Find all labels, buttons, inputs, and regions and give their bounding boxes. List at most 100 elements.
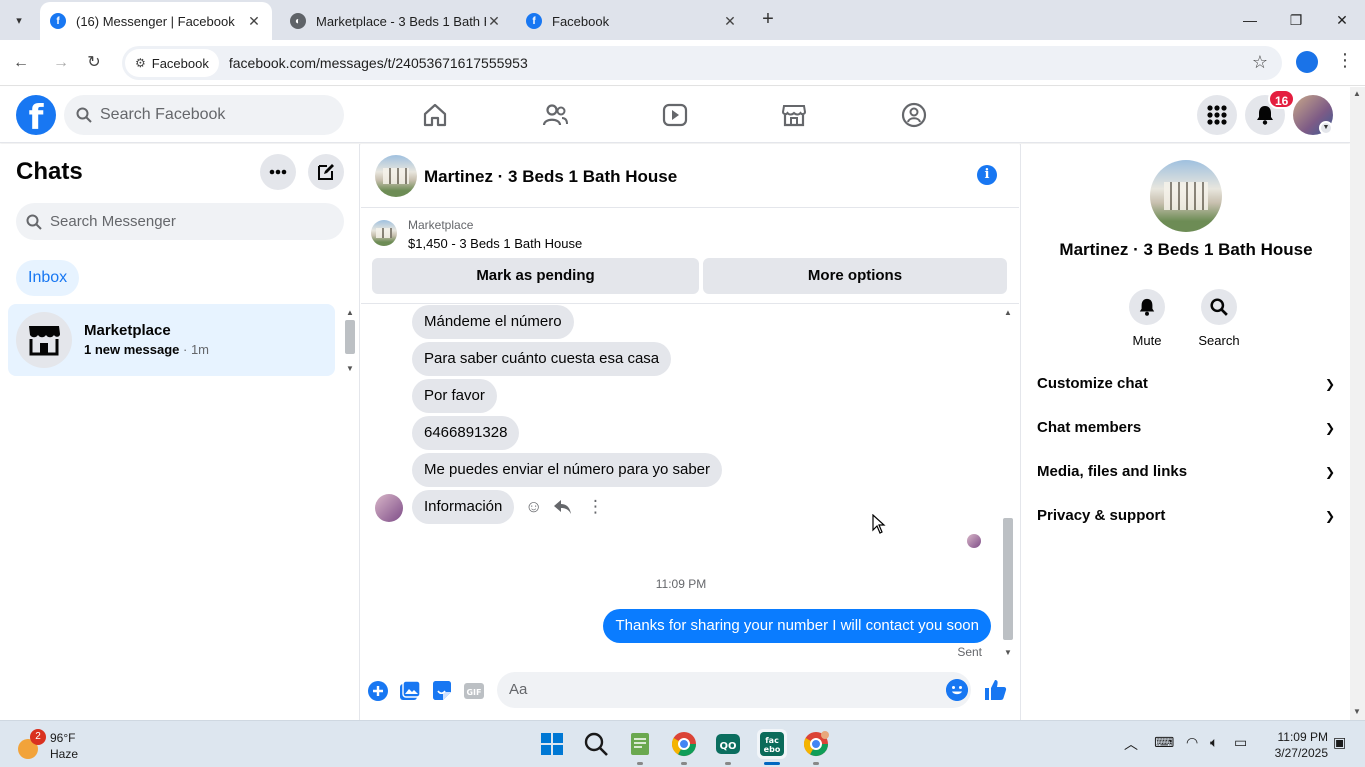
keyboard-icon[interactable]: ⌨ [1154,734,1174,751]
search-icon [76,107,92,123]
menu-grid-button[interactable] [1197,95,1237,135]
taskbar-search-icon[interactable] [581,729,611,759]
more-vertical-icon[interactable]: ⋮ [587,497,604,517]
message-input[interactable]: Aa [497,672,971,708]
received-message[interactable]: 6466891328 [412,416,520,450]
listing-price-title[interactable]: $1,450 - 3 Beds 1 Bath House [408,236,582,251]
photo-gallery-icon[interactable] [399,680,421,702]
home-icon[interactable] [421,101,449,129]
battery-icon[interactable]: ▭ [1234,734,1247,751]
back-arrow-icon[interactable]: ← [8,50,34,76]
clock-date: 3/27/2025 [1274,746,1328,760]
reply-icon[interactable] [554,500,572,514]
messenger-search-input[interactable]: Search Messenger [16,203,344,240]
tab-marketplace[interactable]: ◐ Marketplace - 3 Beds 1 Bath Ho ✕ [280,2,512,40]
mark-as-pending-button[interactable]: Mark as pending [372,258,699,294]
volume-icon[interactable]: 🔈︎ [1210,734,1218,751]
restore-icon[interactable]: ❐ [1284,8,1308,32]
add-plus-circle-icon[interactable] [367,680,389,702]
chat-options-button[interactable] [260,154,296,190]
chat-members-section[interactable]: Chat members ❯ [1037,406,1335,450]
windows-start-icon[interactable] [537,729,567,759]
new-tab-plus-icon[interactable]: + [756,8,780,32]
inbox-filter-tab[interactable]: Inbox [16,260,80,296]
chrome-profile-app-icon[interactable] [801,729,831,765]
privacy-support-section[interactable]: Privacy & support ❯ [1037,494,1335,538]
conversation-header: Martinez · 3 Beds 1 Bath House i [361,144,1019,208]
app-qo-icon[interactable]: QO [713,729,743,765]
customize-chat-section[interactable]: Customize chat ❯ [1037,362,1335,406]
new-message-button[interactable] [308,154,344,190]
tab-title: (16) Messenger | Facebook [76,13,235,29]
marketplace-icon[interactable] [780,101,808,129]
received-message[interactable]: Por favor [412,379,497,413]
tab-close-icon[interactable]: ✕ [486,13,502,30]
close-window-icon[interactable]: ✕ [1330,8,1354,32]
notification-badge: 16 [1268,89,1296,109]
search-icon [1201,289,1237,325]
tab-search-chevron-icon[interactable]: ▾ [6,8,32,32]
sticker-icon[interactable] [431,680,453,702]
minimize-icon[interactable]: — [1238,8,1262,32]
conversation-info-icon[interactable]: i [977,165,997,185]
search-label: Search [1198,333,1240,348]
chat-list-item-marketplace[interactable]: Marketplace 1 new message · 1m [8,304,335,376]
account-chevron-down-icon[interactable]: ▼ [1319,121,1333,135]
messenger-search-placeholder: Search Messenger [50,213,176,230]
listing-thumbnail[interactable] [371,220,397,246]
chevron-down-icon: ❯ [1324,509,1335,523]
message-thread: Mándeme el número Para saber cuánto cues… [361,305,1019,660]
system-clock[interactable]: 11:09 PM 3/27/2025 [1262,729,1328,761]
weather-widget[interactable]: 2 96°F Haze [16,729,126,763]
details-avatar[interactable] [1150,160,1222,232]
address-bar[interactable]: ⚙ Facebook facebook.com/messages/t/24053… [122,46,1282,80]
chat-list-scrollbar[interactable]: ▲ ▼ [343,306,357,376]
bookmark-star-icon[interactable]: ☆ [1252,52,1268,73]
weather-alert-badge: 2 [30,729,46,745]
tray-chevron-up-icon[interactable]: ︿ [1124,734,1138,754]
site-info-chip[interactable]: ⚙ Facebook [125,49,219,77]
friends-icon[interactable] [541,101,569,129]
notepad-app-icon[interactable] [625,729,655,765]
video-icon[interactable] [661,101,689,129]
reload-icon[interactable]: ↻ [81,50,107,76]
sender-avatar[interactable] [375,494,403,522]
facebook-logo-icon[interactable]: f [16,95,56,135]
facebook-app-icon[interactable]: fac ebo [757,729,787,765]
conversation-title[interactable]: Martinez · 3 Beds 1 Bath House [424,167,677,187]
tab-close-icon[interactable]: ✕ [246,13,262,30]
notification-center-icon[interactable]: ▣ [1333,734,1346,751]
thumbs-up-icon[interactable] [983,678,1007,702]
conversation-avatar[interactable] [375,155,417,197]
sent-message[interactable]: Thanks for sharing your number I will co… [603,609,991,643]
received-message[interactable]: Para saber cuánto cuesta esa casa [412,342,672,376]
browser-menu-icon[interactable]: ⋮ [1336,50,1354,71]
browser-profile-icon[interactable] [1296,51,1318,73]
received-message[interactable]: Me puedes enviar el número para yo saber [412,453,722,487]
tab-close-icon[interactable]: ✕ [722,13,738,30]
message-thread-scrollbar[interactable]: ▲ ▼ [1001,308,1015,658]
url-text[interactable]: facebook.com/messages/t/2405367161755595… [229,55,528,71]
mute-bell-icon [1129,289,1165,325]
search-in-conversation-button[interactable]: Search [1184,289,1254,348]
emoji-icon[interactable] [946,679,968,701]
tab-facebook[interactable]: f Facebook ✕ [516,2,748,40]
forward-arrow-icon[interactable]: → [48,50,74,76]
media-files-links-section[interactable]: Media, files and links ❯ [1037,450,1335,494]
wifi-icon[interactable]: ◠ [1186,734,1198,751]
groups-icon[interactable] [900,101,928,129]
more-horizontal-icon [269,169,287,175]
chrome-app-icon[interactable] [669,729,699,765]
mute-button[interactable]: Mute [1112,289,1182,348]
mouse-cursor-icon [872,514,886,534]
marketplace-favicon-icon: ◐ [290,13,306,29]
page-scrollbar[interactable]: ▲ ▼ [1350,87,1365,720]
more-options-button[interactable]: More options [703,258,1007,294]
react-smiley-icon[interactable]: ☺ [525,497,542,517]
facebook-search-input[interactable]: Search Facebook [64,95,344,135]
conversation-details-panel: Martinez · 3 Beds 1 Bath House Mute Sear… [1020,144,1350,720]
received-message[interactable]: Mándeme el número [412,305,574,339]
received-message[interactable]: Información [412,490,515,524]
tab-messenger[interactable]: f (16) Messenger | Facebook ✕ [40,2,272,40]
gif-icon[interactable]: GIF [463,680,485,702]
